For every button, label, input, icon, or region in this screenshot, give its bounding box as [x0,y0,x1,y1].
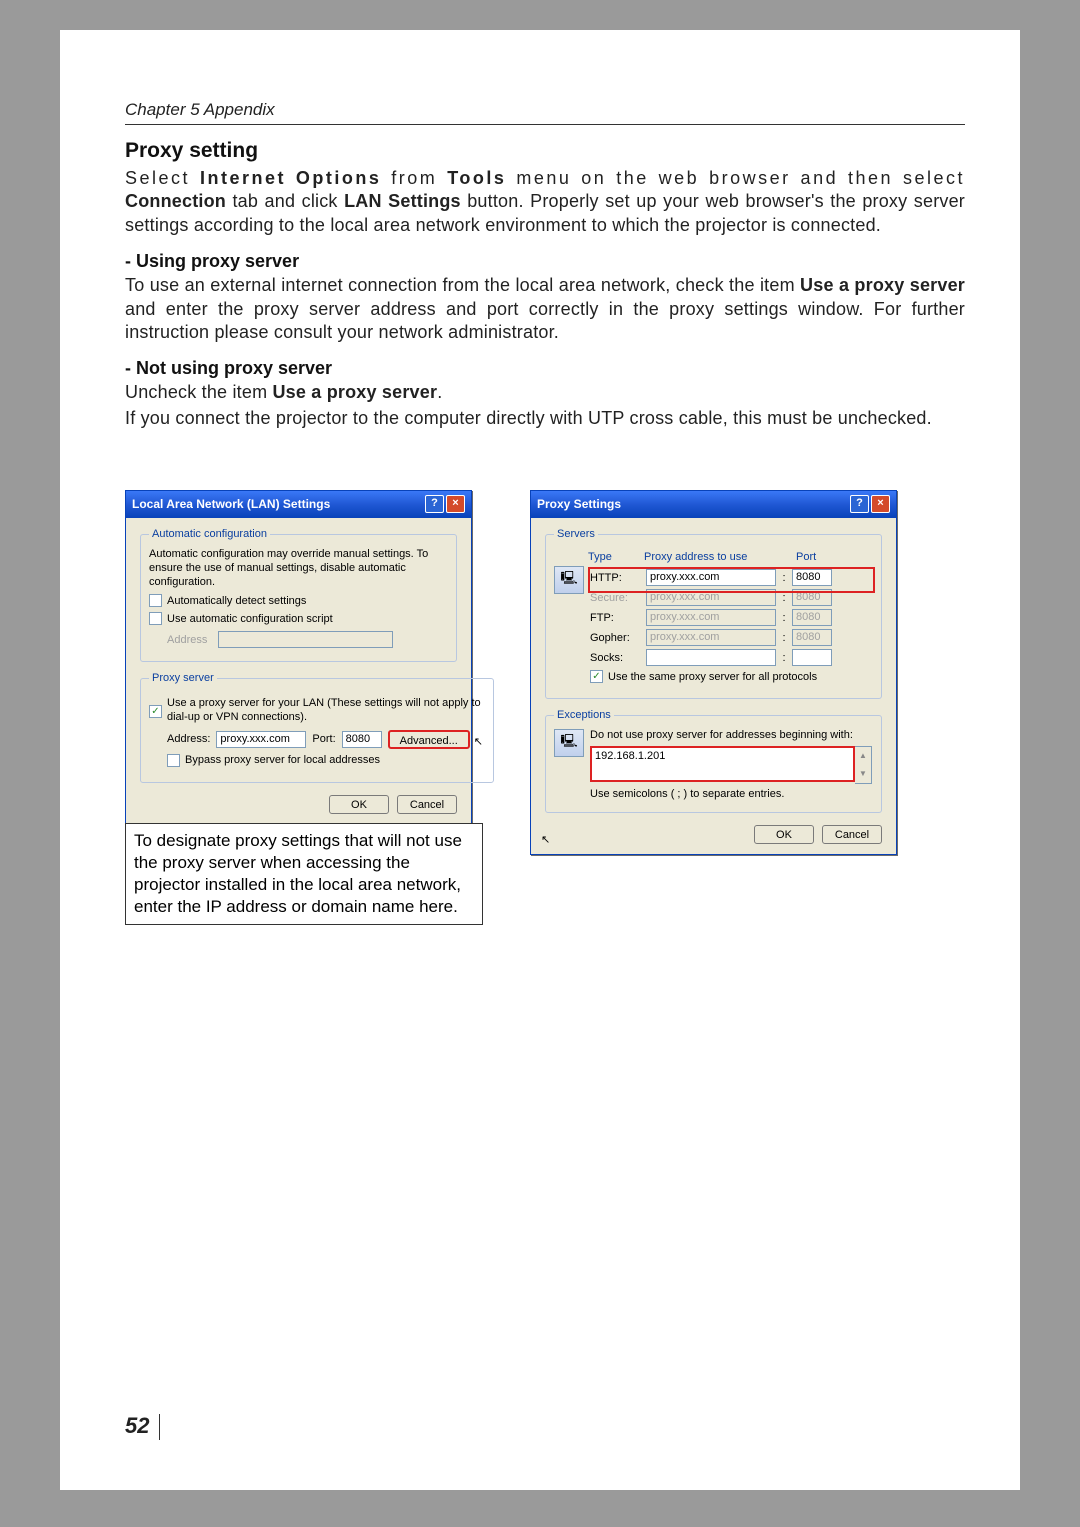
bypass-local-label: Bypass proxy server for local addresses [185,754,380,766]
lan-ok-button[interactable]: OK [329,795,389,814]
ftp-label: FTP: [590,612,640,624]
exceptions-icon: 🖳 [554,729,584,757]
cursor-icon: ↖ [541,833,804,846]
servers-legend: Servers [554,528,598,540]
ftp-port-input: 8080 [792,609,832,626]
bypass-local-checkbox[interactable]: ✓ [167,754,180,767]
sub1-paragraph: To use an external internet connection f… [125,274,965,344]
proxy-title-text: Proxy Settings [537,497,848,511]
secure-label: Secure: [590,592,640,604]
chapter-header: Chapter 5 Appendix [125,100,965,125]
lan-settings-dialog: Local Area Network (LAN) Settings ? × Au… [125,490,472,825]
gopher-port-input: 8080 [792,629,832,646]
same-proxy-checkbox[interactable]: ✓ [590,670,603,683]
proxy-address-label: Address: [167,733,210,745]
exceptions-textarea[interactable] [590,746,855,782]
col-type: Type [588,551,638,563]
sub2-paragraph-1: Uncheck the item Use a proxy server. [125,381,965,404]
exceptions-legend: Exceptions [554,709,614,721]
cursor-icon: ↖ [474,735,483,748]
secure-port-input: 8080 [792,589,832,606]
callout-caption: To designate proxy settings that will no… [125,823,483,925]
advanced-button[interactable]: Advanced... [388,730,470,749]
lan-title-text: Local Area Network (LAN) Settings [132,497,423,511]
exceptions-group: Exceptions 🖳 Do not use proxy server for… [545,709,882,813]
proxy-server-group: Proxy server ✓ Use a proxy server for yo… [140,672,494,783]
gopher-label: Gopher: [590,632,640,644]
intro-paragraph: Select Internet Options from Tools menu … [125,167,965,237]
use-proxy-checkbox[interactable]: ✓ [149,705,162,718]
exceptions-note: Use semicolons ( ; ) to separate entries… [590,788,873,802]
proxy-settings-dialog: Proxy Settings ? × Servers Type Proxy ad… [530,490,897,855]
auto-script-label: Use automatic configuration script [167,613,333,625]
socks-port-input[interactable] [792,649,832,666]
use-proxy-label: Use a proxy server for your LAN (These s… [167,697,485,725]
http-addr-input[interactable]: proxy.xxx.com [646,569,776,586]
ftp-addr-input: proxy.xxx.com [646,609,776,626]
proxy-titlebar[interactable]: Proxy Settings ? × [531,491,896,518]
http-label: HTTP: [590,572,640,584]
script-address-label: Address [167,634,212,646]
page-number: 52 [125,1413,156,1440]
section-title: Proxy setting [125,139,965,163]
col-addr: Proxy address to use [644,551,774,563]
scroll-buttons[interactable]: ▲▼ [855,746,872,784]
auto-text: Automatic configuration may override man… [149,548,448,589]
close-icon[interactable]: × [871,495,890,513]
proxy-port-input[interactable]: 8080 [342,731,382,748]
help-icon[interactable]: ? [425,495,444,513]
auto-detect-checkbox[interactable]: ✓ [149,594,162,607]
proxy-port-label: Port: [312,733,335,745]
servers-icon: 🖳 [554,566,584,594]
lan-cancel-button[interactable]: Cancel [397,795,457,814]
gopher-addr-input: proxy.xxx.com [646,629,776,646]
socks-addr-input[interactable] [646,649,776,666]
http-port-input[interactable]: 8080 [792,569,832,586]
proxy-cancel-button[interactable]: Cancel [822,825,882,844]
auto-script-checkbox[interactable]: ✓ [149,612,162,625]
document-page: Chapter 5 Appendix Proxy setting Select … [60,30,1020,1490]
servers-group: Servers Type Proxy address to use Port 🖳 [545,528,882,699]
sub2-title: - Not using proxy server [125,358,965,379]
auto-config-group: Automatic configuration Automatic config… [140,528,457,662]
sub1-title: - Using proxy server [125,251,965,272]
secure-addr-input: proxy.xxx.com [646,589,776,606]
script-address-input [218,631,393,648]
lan-titlebar[interactable]: Local Area Network (LAN) Settings ? × [126,491,471,518]
socks-label: Socks: [590,652,640,664]
proxy-address-input[interactable]: proxy.xxx.com [216,731,306,748]
col-port: Port [796,551,836,563]
auto-legend: Automatic configuration [149,528,270,540]
same-proxy-label: Use the same proxy server for all protoc… [608,671,817,683]
sub2-paragraph-2: If you connect the projector to the comp… [125,407,965,430]
auto-detect-label: Automatically detect settings [167,595,306,607]
close-icon[interactable]: × [446,495,465,513]
exceptions-text: Do not use proxy server for addresses be… [590,729,873,743]
proxy-legend: Proxy server [149,672,217,684]
help-icon[interactable]: ? [850,495,869,513]
